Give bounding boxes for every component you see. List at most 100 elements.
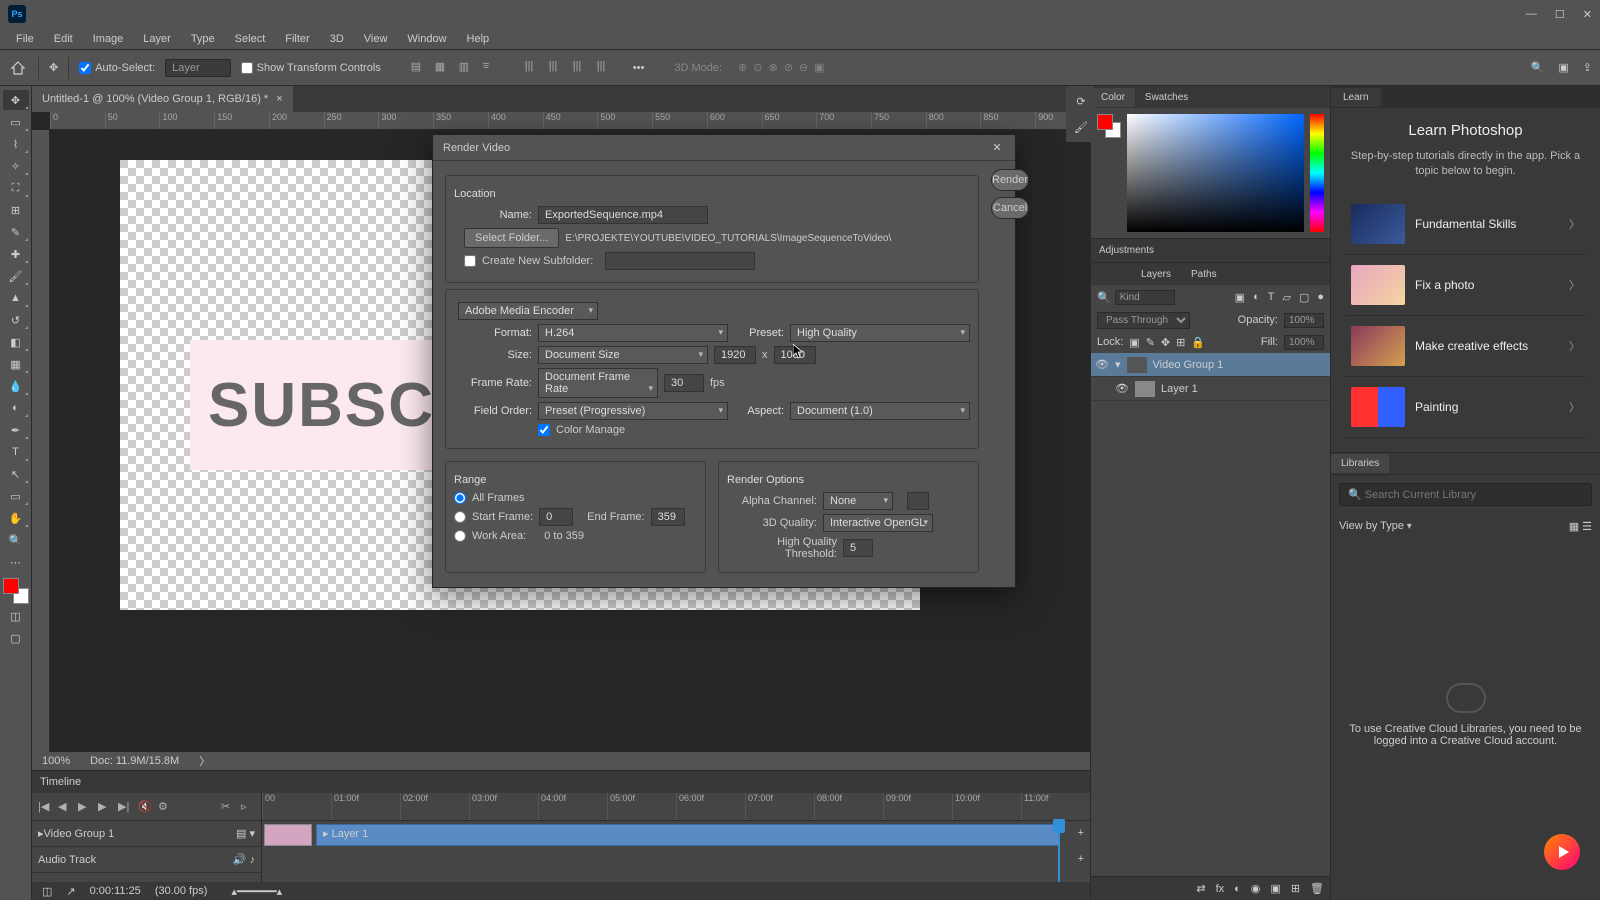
share-icon[interactable]: ⇪ xyxy=(1583,61,1592,74)
tab-libraries[interactable]: Libraries xyxy=(1331,454,1389,473)
field-order-select[interactable]: Preset (Progressive) xyxy=(538,402,728,420)
color-swatches[interactable] xyxy=(3,578,29,604)
adj-layer-icon[interactable]: ◉ xyxy=(1251,882,1261,895)
history-icon[interactable]: ⟳ xyxy=(1070,90,1092,112)
zoom-slider[interactable]: ▴━━━━━━▴ xyxy=(231,885,282,898)
align-icon[interactable]: ▥ xyxy=(459,60,475,76)
settings-icon[interactable]: ⚙ xyxy=(158,800,172,814)
color-field[interactable] xyxy=(1127,114,1304,232)
menu-filter[interactable]: Filter xyxy=(277,31,317,47)
align-icon[interactable]: ▤ xyxy=(411,60,427,76)
color-manage-checkbox[interactable] xyxy=(538,424,550,436)
filter-adj-icon[interactable]: ◐ xyxy=(1253,291,1260,304)
menu-layer[interactable]: Layer xyxy=(135,31,179,47)
tab-learn[interactable]: Learn xyxy=(1331,88,1381,107)
adjustments-panel[interactable]: Adjustments xyxy=(1091,238,1330,262)
tab-layers[interactable]: Layers xyxy=(1131,265,1181,284)
gradient-tool[interactable]: ▦ xyxy=(3,354,29,374)
menu-window[interactable]: Window xyxy=(399,31,454,47)
tab-color[interactable]: Color xyxy=(1091,88,1135,107)
maximize-button[interactable]: ☐ xyxy=(1555,8,1565,21)
end-frame-input[interactable] xyxy=(651,508,685,526)
filter-smart-icon[interactable]: ▢ xyxy=(1299,291,1309,304)
opacity-input[interactable] xyxy=(1284,313,1324,328)
aspect-select[interactable]: Document (1.0) xyxy=(790,402,970,420)
lock-icon[interactable]: ✥ xyxy=(1161,336,1170,349)
cancel-button[interactable]: Cancel xyxy=(991,197,1029,219)
dodge-tool[interactable]: ◐ xyxy=(3,398,29,418)
tab-paths[interactable]: Paths xyxy=(1181,265,1227,284)
framerate-select[interactable]: Document Frame Rate xyxy=(538,368,658,398)
align-icon[interactable]: ≡ xyxy=(483,60,499,76)
format-select[interactable]: H.264 xyxy=(538,324,728,342)
fg-bg-swatch[interactable] xyxy=(1097,114,1121,138)
learn-item[interactable]: Make creative effects〉 xyxy=(1345,316,1586,377)
lasso-tool[interactable]: ⌇ xyxy=(3,134,29,154)
height-input[interactable] xyxy=(774,346,816,364)
close-dialog-icon[interactable]: ✕ xyxy=(989,140,1005,156)
start-frame-radio[interactable] xyxy=(454,511,466,523)
play-icon[interactable]: ▶ xyxy=(78,800,92,814)
select-folder-button[interactable]: Select Folder... xyxy=(464,228,559,248)
filter-toggle-icon[interactable]: ● xyxy=(1317,291,1324,304)
more-icon[interactable]: ••• xyxy=(633,62,645,74)
mute-icon[interactable]: 🔇 xyxy=(138,800,152,814)
healing-tool[interactable]: ✚ xyxy=(3,244,29,264)
size-select[interactable]: Document Size xyxy=(538,346,708,364)
prev-frame-icon[interactable]: ◀ xyxy=(58,800,72,814)
group-icon[interactable]: ▣ xyxy=(1270,882,1280,895)
blur-tool[interactable]: 💧 xyxy=(3,376,29,396)
add-media-icon[interactable]: + xyxy=(1078,827,1084,839)
distribute-icon[interactable]: ||| xyxy=(573,60,589,76)
all-frames-radio[interactable] xyxy=(454,492,466,504)
visibility-icon[interactable]: 👁 xyxy=(1095,358,1109,372)
menu-view[interactable]: View xyxy=(356,31,396,47)
auto-select-checkbox[interactable]: Auto-Select: xyxy=(79,62,155,74)
library-search[interactable]: 🔍 Search Current Library xyxy=(1339,483,1592,506)
pen-tool[interactable]: ✒ xyxy=(3,420,29,440)
subfolder-input[interactable] xyxy=(605,252,755,270)
view-by-type[interactable]: View by Type ▾▦ ☰ xyxy=(1339,520,1592,533)
render-button[interactable]: Render xyxy=(991,169,1029,191)
path-tool[interactable]: ↖ xyxy=(3,464,29,484)
create-subfolder-checkbox[interactable] xyxy=(464,255,476,267)
move-tool[interactable]: ✥ xyxy=(3,90,29,110)
fps-input[interactable] xyxy=(664,374,704,392)
audio-track[interactable]: Audio Track 🔊 ♪ xyxy=(32,847,261,873)
workspace-icon[interactable]: ▣ xyxy=(1558,61,1568,74)
lock-icon[interactable]: ▣ xyxy=(1129,336,1139,349)
show-transform-checkbox[interactable]: Show Transform Controls xyxy=(241,62,381,74)
transition-icon[interactable]: ▹ xyxy=(241,800,255,814)
frame-tool[interactable]: ⊞ xyxy=(3,200,29,220)
filter-pixel-icon[interactable]: ▣ xyxy=(1235,291,1245,304)
3d-quality-select[interactable]: Interactive OpenGL xyxy=(823,514,933,532)
hand-tool[interactable]: ✋ xyxy=(3,508,29,528)
history-brush-tool[interactable]: ↺ xyxy=(3,310,29,330)
learn-item[interactable]: Fix a photo〉 xyxy=(1345,255,1586,316)
layer-row-1[interactable]: 👁 Layer 1 xyxy=(1091,377,1330,401)
video-group-track[interactable]: ▸Video Group 1 ▤ ▾ xyxy=(32,821,261,847)
timeline-track-area[interactable]: ▸ Layer 1 + + xyxy=(262,821,1090,882)
timeline-ruler[interactable]: 0001:00f02:00f03:00f04:00f05:00f06:00f07… xyxy=(262,793,1090,821)
zoom-level[interactable]: 100% xyxy=(42,755,70,767)
edit-toolbar[interactable]: ⋯ xyxy=(3,552,29,572)
menu-file[interactable]: File xyxy=(8,31,42,47)
add-audio-icon[interactable]: + xyxy=(1078,853,1084,865)
marquee-tool[interactable]: ▭ xyxy=(3,112,29,132)
split-icon[interactable]: ✂ xyxy=(221,800,235,814)
close-window-button[interactable]: ✕ xyxy=(1583,8,1592,21)
menu-image[interactable]: Image xyxy=(85,31,132,47)
home-icon[interactable] xyxy=(8,58,28,78)
lock-icon[interactable]: ⊞ xyxy=(1176,336,1185,349)
brush-panel-icon[interactable]: 🖌 xyxy=(1070,116,1092,138)
menu-select[interactable]: Select xyxy=(227,31,274,47)
lock-icon[interactable]: ✎ xyxy=(1146,336,1155,349)
menu-help[interactable]: Help xyxy=(459,31,498,47)
hue-slider[interactable] xyxy=(1310,114,1324,232)
type-tool[interactable]: T xyxy=(3,442,29,462)
search-icon[interactable]: 🔍 xyxy=(1531,61,1545,74)
fill-input[interactable] xyxy=(1284,335,1324,350)
learn-item[interactable]: Painting〉 xyxy=(1345,377,1586,438)
visibility-icon[interactable]: 👁 xyxy=(1115,382,1129,396)
goto-start-icon[interactable]: |◀ xyxy=(38,800,52,814)
